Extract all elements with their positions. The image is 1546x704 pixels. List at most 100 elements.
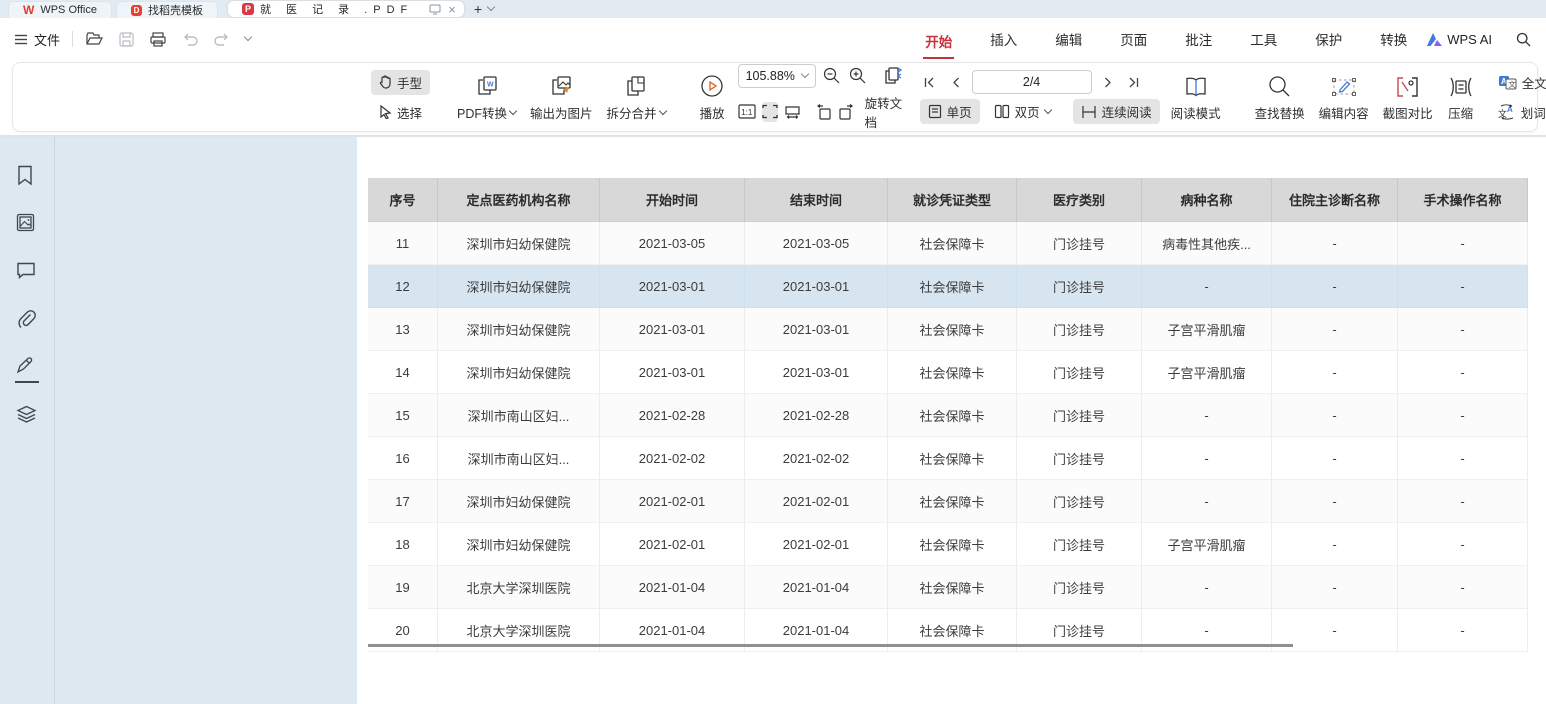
tab-docer-templates[interactable]: D 找稻壳模板 bbox=[116, 1, 218, 18]
table-cell: 门诊挂号 bbox=[1017, 351, 1142, 394]
full-text-translate-button[interactable]: A文 全文翻译 bbox=[1490, 70, 1546, 95]
table-cell: 子宫平滑肌瘤 bbox=[1142, 308, 1272, 351]
continuous-read-button[interactable]: 连续阅读 bbox=[1073, 99, 1160, 124]
tab-list-chevron-icon[interactable] bbox=[487, 3, 495, 11]
close-tab-icon[interactable]: × bbox=[448, 2, 456, 17]
split-merge-button[interactable]: 拆分合并 bbox=[600, 70, 673, 124]
present-to-screen-icon[interactable] bbox=[429, 4, 441, 15]
pdf-file-icon: P bbox=[242, 3, 254, 15]
table-cell: 门诊挂号 bbox=[1017, 437, 1142, 480]
table-row[interactable]: 13深圳市妇幼保健院2021-03-012021-03-01社会保障卡门诊挂号子… bbox=[368, 308, 1528, 351]
table-cell: 子宫平滑肌瘤 bbox=[1142, 351, 1272, 394]
table-cell: - bbox=[1398, 566, 1528, 609]
navigation-panel[interactable] bbox=[55, 137, 357, 704]
quick-access-chevron-icon[interactable] bbox=[244, 33, 252, 41]
bookmark-icon[interactable] bbox=[16, 165, 38, 187]
menu-item[interactable]: 转换 bbox=[1378, 25, 1409, 53]
table-cell: 社会保障卡 bbox=[888, 222, 1017, 265]
menu-item[interactable]: 编辑 bbox=[1053, 25, 1084, 53]
table-row[interactable]: 15深圳市南山区妇...2021-02-282021-02-28社会保障卡门诊挂… bbox=[368, 394, 1528, 437]
table-cell: 2021-02-28 bbox=[600, 394, 745, 437]
menu-item[interactable]: 工具 bbox=[1248, 25, 1279, 53]
page-number-input[interactable]: 2/4 bbox=[972, 70, 1092, 94]
signature-icon[interactable] bbox=[16, 357, 38, 379]
fit-page-button[interactable] bbox=[762, 102, 778, 122]
fit-width-button[interactable] bbox=[784, 102, 801, 122]
pdf-convert-button[interactable]: W PDF转换 bbox=[450, 70, 523, 124]
table-cell: 2021-02-01 bbox=[745, 480, 888, 523]
zoom-in-button[interactable] bbox=[848, 66, 868, 86]
page-indicator: 2/4 bbox=[1023, 75, 1040, 89]
table-cell: 深圳市妇幼保健院 bbox=[438, 480, 600, 523]
split-merge-label: 拆分合并 bbox=[607, 103, 657, 122]
tab-document-pdf[interactable]: P 就 医 记 录 .PDF × bbox=[228, 1, 464, 17]
menu-item[interactable]: 插入 bbox=[988, 25, 1019, 53]
pdf-document-page[interactable]: 序号定点医药机构名称开始时间结束时间就诊凭证类型医疗类别病种名称住院主诊断名称手… bbox=[357, 137, 1546, 704]
new-tab-button[interactable]: + bbox=[474, 1, 482, 17]
table-cell: 2021-03-01 bbox=[745, 265, 888, 308]
single-page-icon bbox=[928, 104, 942, 119]
table-row[interactable]: 19北京大学深圳医院2021-01-042021-01-04社会保障卡门诊挂号-… bbox=[368, 566, 1528, 609]
table-row[interactable]: 12深圳市妇幼保健院2021-03-012021-03-01社会保障卡门诊挂号-… bbox=[368, 265, 1528, 308]
word-translate-button[interactable]: 文A 划词翻译 bbox=[1490, 100, 1546, 125]
export-as-image-button[interactable]: 输出为图片 bbox=[523, 70, 600, 124]
table-row[interactable]: 16深圳市南山区妇...2021-02-022021-02-02社会保障卡门诊挂… bbox=[368, 437, 1528, 480]
table-cell: 社会保障卡 bbox=[888, 394, 1017, 437]
read-mode-button[interactable]: 阅读模式 bbox=[1164, 70, 1228, 124]
single-page-button[interactable]: 单页 bbox=[920, 99, 980, 124]
double-page-button[interactable]: 双页 bbox=[986, 99, 1059, 124]
select-tool-button[interactable]: 选择 bbox=[371, 100, 430, 125]
search-icon[interactable] bbox=[1514, 30, 1532, 48]
file-menu-button[interactable]: 文件 bbox=[14, 30, 60, 49]
open-folder-icon[interactable] bbox=[85, 30, 103, 48]
image-panel-icon[interactable] bbox=[16, 213, 38, 235]
table-row[interactable]: 18深圳市妇幼保健院2021-02-012021-02-01社会保障卡门诊挂号子… bbox=[368, 523, 1528, 566]
horizontal-scrollbar-thumb[interactable] bbox=[368, 644, 1293, 647]
rotate-pages-button[interactable] bbox=[884, 66, 904, 86]
find-replace-button[interactable]: 查找替换 bbox=[1248, 70, 1312, 124]
rotate-doc-label[interactable]: 旋转文档 bbox=[865, 93, 904, 131]
print-icon[interactable] bbox=[149, 30, 167, 48]
undo-icon[interactable] bbox=[181, 30, 199, 48]
hand-tool-button[interactable]: 手型 bbox=[371, 70, 430, 95]
save-icon[interactable] bbox=[117, 30, 135, 48]
table-cell: 深圳市南山区妇... bbox=[438, 437, 600, 480]
screenshot-compare-button[interactable]: 截图对比 bbox=[1376, 70, 1440, 124]
actual-size-button[interactable]: 1:1 bbox=[738, 102, 756, 122]
table-cell: - bbox=[1272, 222, 1398, 265]
prev-page-button[interactable] bbox=[946, 71, 966, 93]
content-area: 序号定点医药机构名称开始时间结束时间就诊凭证类型医疗类别病种名称住院主诊断名称手… bbox=[0, 137, 1546, 704]
menu-items: 开始插入编辑页面批注工具保护转换 bbox=[923, 25, 1409, 53]
edit-content-button[interactable]: 编辑内容 bbox=[1312, 70, 1376, 124]
wps-pdf-window: W WPS Office D 找稻壳模板 P 就 医 记 录 .PDF × + … bbox=[0, 0, 1546, 704]
wps-ai-button[interactable]: WPS AI bbox=[1427, 32, 1492, 47]
table-row[interactable]: 17深圳市妇幼保健院2021-02-012021-02-01社会保障卡门诊挂号-… bbox=[368, 480, 1528, 523]
table-cell: 2021-03-01 bbox=[600, 265, 745, 308]
last-page-button[interactable] bbox=[1124, 71, 1144, 93]
table-cell: 19 bbox=[368, 566, 438, 609]
redo-icon[interactable] bbox=[213, 30, 231, 48]
next-page-button[interactable] bbox=[1098, 71, 1118, 93]
layers-icon[interactable] bbox=[16, 405, 38, 427]
menu-item[interactable]: 保护 bbox=[1313, 25, 1344, 53]
menu-item[interactable]: 页面 bbox=[1118, 25, 1149, 53]
zoom-out-button[interactable] bbox=[822, 66, 842, 86]
next-page-icon bbox=[1104, 77, 1112, 88]
play-button[interactable]: 播放 bbox=[693, 70, 732, 124]
attachment-icon[interactable] bbox=[16, 309, 38, 331]
full-translate-icon: A文 bbox=[1498, 75, 1517, 90]
first-page-button[interactable] bbox=[920, 71, 940, 93]
table-cell: - bbox=[1398, 308, 1528, 351]
compress-button[interactable]: 压缩 bbox=[1440, 70, 1482, 124]
menu-item[interactable]: 开始 bbox=[923, 27, 954, 59]
table-row[interactable]: 14深圳市妇幼保健院2021-03-012021-03-01社会保障卡门诊挂号子… bbox=[368, 351, 1528, 394]
double-page-icon bbox=[994, 104, 1010, 119]
table-cell: 2021-03-05 bbox=[600, 222, 745, 265]
menu-item[interactable]: 批注 bbox=[1183, 25, 1214, 53]
tab-wps-office[interactable]: W WPS Office bbox=[8, 1, 112, 18]
rotate-left-button[interactable] bbox=[815, 102, 832, 122]
zoom-level-select[interactable]: 105.88% bbox=[738, 64, 816, 88]
rotate-right-button[interactable] bbox=[838, 102, 855, 122]
comment-panel-icon[interactable] bbox=[16, 261, 38, 283]
table-row[interactable]: 11深圳市妇幼保健院2021-03-052021-03-05社会保障卡门诊挂号病… bbox=[368, 222, 1528, 265]
